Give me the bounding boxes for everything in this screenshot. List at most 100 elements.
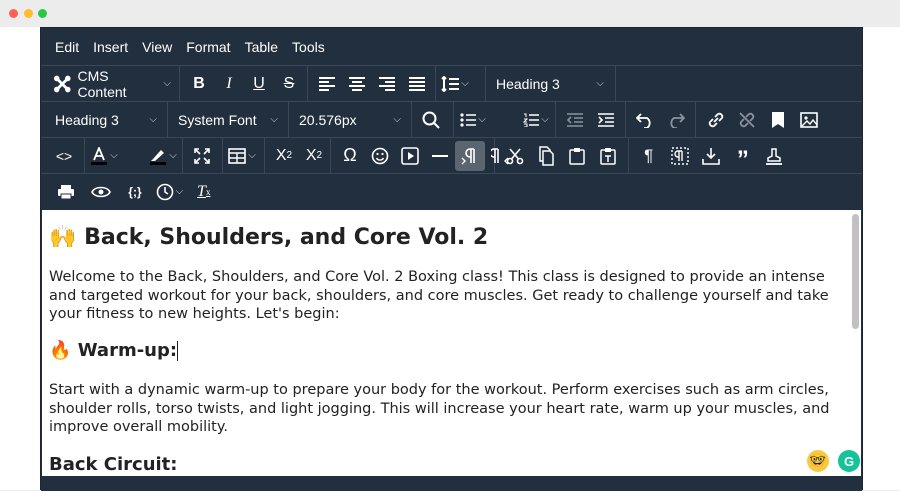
paste-as-text-button[interactable] — [593, 141, 623, 171]
editor-content-area[interactable]: 🙌 Back, Shoulders, and Core Vol. 2 Welco… — [42, 210, 861, 476]
align-left-button[interactable] — [312, 69, 342, 99]
block-format-value-2: Heading 3 — [55, 111, 119, 128]
code-sample-button[interactable]: {;} — [120, 177, 150, 207]
bullet-list-button[interactable]: ⌵ — [458, 105, 488, 135]
strikethrough-button[interactable]: S — [274, 69, 304, 99]
unlink-button[interactable] — [732, 105, 762, 135]
line-height-button[interactable]: ⌵ — [440, 69, 470, 99]
special-character-button[interactable]: Ω — [335, 141, 365, 171]
search-replace-button[interactable] — [416, 105, 446, 135]
align-center-icon — [349, 76, 365, 91]
joomla-icon — [53, 75, 71, 92]
fullscreen-icon — [194, 147, 210, 164]
toolbar-group-script: X2 X2 — [265, 138, 331, 173]
chevron-down-icon: ⌵ — [596, 78, 604, 89]
emoticons-button[interactable] — [365, 141, 395, 171]
stamp-icon — [766, 147, 783, 165]
preview-button[interactable] — [86, 177, 116, 207]
clipboard-icon — [569, 147, 585, 165]
nerd-face-emoji-button[interactable]: 🤓 — [807, 450, 829, 472]
link-icon — [708, 112, 723, 127]
media-icon — [401, 146, 419, 165]
menu-table[interactable]: Table — [238, 34, 285, 60]
toolbar-group-insert: Ω — [331, 138, 509, 173]
back-circuit-heading: Back Circuit: — [49, 454, 178, 475]
align-center-button[interactable] — [342, 69, 372, 99]
grammarly-button[interactable]: G — [838, 450, 860, 472]
toolbar-group-fullscreen — [183, 138, 223, 173]
minimize-window-button[interactable] — [24, 9, 33, 18]
clear-formatting-button[interactable]: Tx — [189, 177, 219, 207]
fullscreen-button[interactable] — [187, 141, 217, 171]
source-code-button[interactable]: <> — [49, 141, 79, 171]
print-button[interactable] — [51, 177, 81, 207]
outdent-button[interactable] — [560, 105, 590, 135]
menu-format[interactable]: Format — [179, 34, 237, 60]
align-right-button[interactable] — [372, 69, 402, 99]
toolbar-group-code: <> — [45, 138, 85, 173]
toolbar-group-text-style: B I U S — [180, 66, 308, 101]
menu-tools[interactable]: Tools — [285, 34, 332, 60]
toolbar-group-indent — [556, 102, 626, 137]
paste-button[interactable] — [562, 141, 592, 171]
blockquote-button[interactable]: ” — [728, 141, 758, 171]
document-title-text: Back, Shoulders, and Core Vol. 2 — [84, 225, 489, 250]
font-family-select[interactable]: System Font ⌵ — [172, 105, 284, 135]
superscript-button[interactable]: X2 — [299, 141, 329, 171]
close-window-button[interactable] — [9, 9, 18, 18]
menu-insert[interactable]: Insert — [86, 34, 135, 60]
maximize-window-button[interactable] — [38, 9, 47, 18]
bold-button[interactable]: B — [184, 69, 214, 99]
warmup-heading-text: Warm-up: — [77, 340, 178, 361]
underline-button[interactable]: U — [244, 69, 274, 99]
outdent-icon — [567, 112, 584, 127]
visual-chars-button[interactable]: ¶ — [634, 141, 664, 171]
table-button[interactable]: ⌵ — [227, 141, 257, 171]
toolbar-row-2: Heading 3 ⌵ System Font ⌵ 20.576px ⌵ ⌵ ⌵ — [41, 101, 862, 137]
toolbar-group-line-height: ⌵ — [436, 66, 486, 101]
text-color-button[interactable]: ⌵ — [89, 141, 119, 171]
cut-button[interactable] — [500, 141, 530, 171]
ltr-direction-button[interactable] — [455, 140, 485, 171]
toolbar-group-font-size: 20.576px ⌵ — [289, 102, 412, 137]
insert-image-button[interactable] — [794, 105, 824, 135]
redo-button[interactable] — [661, 105, 691, 135]
undo-button[interactable] — [630, 105, 660, 135]
insert-media-button[interactable] — [395, 141, 425, 171]
toolbar-group-table: ⌵ — [223, 138, 265, 173]
visual-blocks-button[interactable] — [665, 141, 695, 171]
highlight-color-button[interactable]: ⌵ — [148, 141, 178, 171]
fire-emoji: 🔥 — [49, 340, 72, 361]
window-titlebar — [0, 0, 900, 27]
chevron-down-icon: ⌵ — [248, 150, 256, 161]
insert-datetime-button[interactable]: ⌵ — [154, 177, 184, 207]
subscript-button[interactable]: X2 — [269, 141, 299, 171]
cms-content-button[interactable]: CMS Content ⌵ — [49, 68, 175, 100]
copy-icon — [539, 145, 554, 166]
chevron-down-icon: ⌵ — [110, 150, 118, 161]
font-size-select[interactable]: 20.576px ⌵ — [293, 105, 407, 135]
font-family-value: System Font — [178, 111, 257, 128]
chevron-down-icon: ⌵ — [541, 114, 549, 125]
italic-button[interactable]: I — [214, 69, 244, 99]
page-break-button[interactable] — [696, 141, 726, 171]
toolbar-row-3: <> ⌵ ⌵ ⌵ X2 X2 Ω ¶ ” — [41, 137, 862, 173]
align-justify-button[interactable] — [402, 69, 432, 99]
chevron-down-icon: ⌵ — [393, 114, 401, 125]
template-button[interactable] — [759, 141, 789, 171]
block-format-select[interactable]: Heading 3 ⌵ — [490, 69, 610, 99]
menu-view[interactable]: View — [135, 34, 179, 60]
menu-edit[interactable]: Edit — [48, 34, 86, 60]
toolbar-row-4: {;} ⌵ Tx — [41, 173, 862, 209]
insert-link-button[interactable] — [701, 105, 731, 135]
content-scrollbar[interactable] — [852, 214, 859, 329]
indent-button[interactable] — [591, 105, 621, 135]
intro-paragraph: Welcome to the Back, Shoulders, and Core… — [49, 269, 829, 322]
chevron-down-icon: ⌵ — [270, 114, 278, 125]
toolbar-group-history — [626, 102, 696, 137]
horizontal-rule-button[interactable] — [425, 141, 455, 171]
copy-button[interactable] — [531, 141, 561, 171]
numbered-list-button[interactable]: ⌵ — [521, 105, 551, 135]
anchor-button[interactable] — [763, 105, 793, 135]
block-format-select-2[interactable]: Heading 3 ⌵ — [49, 105, 163, 135]
